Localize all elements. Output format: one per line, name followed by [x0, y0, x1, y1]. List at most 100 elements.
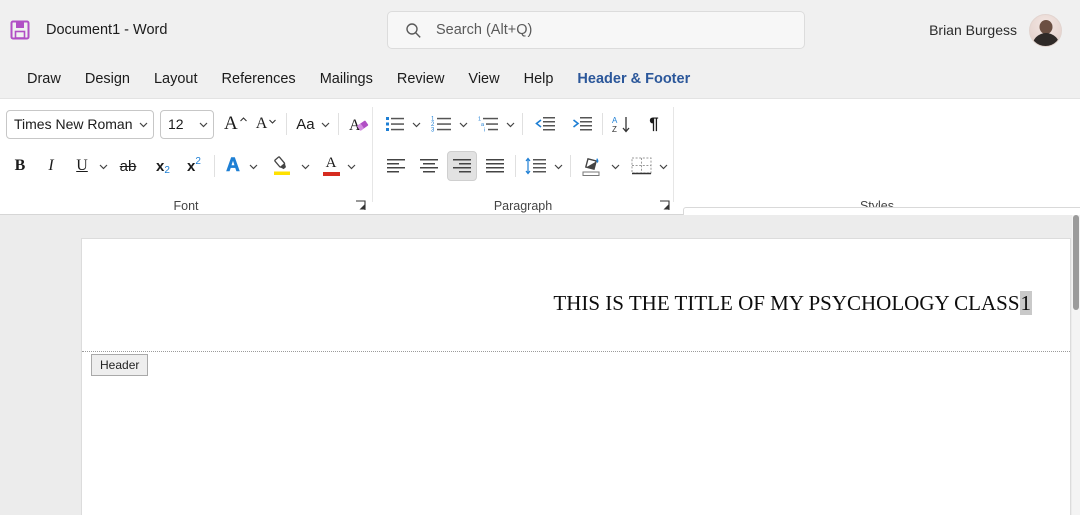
- page-number-field[interactable]: 1: [1020, 291, 1033, 315]
- show-formatting-marks-button[interactable]: ¶: [641, 109, 667, 139]
- superscript-sup: 2: [195, 156, 201, 167]
- align-center-icon[interactable]: [414, 151, 444, 181]
- caret-up-icon: [239, 116, 248, 125]
- header-title-label: THIS IS THE TITLE OF MY PSYCHOLOGY CLASS: [553, 291, 1019, 315]
- sort-az-icon[interactable]: A Z: [608, 109, 637, 139]
- document-page[interactable]: THIS IS THE TITLE OF MY PSYCHOLOGY CLASS…: [81, 238, 1071, 515]
- bullet-list-icon[interactable]: [381, 109, 409, 139]
- justify-icon[interactable]: [480, 151, 510, 181]
- header-area-tag[interactable]: Header: [91, 354, 148, 376]
- chevron-down-icon: [553, 161, 564, 172]
- document-canvas: THIS IS THE TITLE OF MY PSYCHOLOGY CLASS…: [0, 215, 1080, 515]
- numbering-dropdown[interactable]: [456, 109, 470, 139]
- tab-help[interactable]: Help: [513, 68, 565, 90]
- divider: [338, 113, 339, 135]
- header-title-text[interactable]: THIS IS THE TITLE OF MY PSYCHOLOGY CLASS…: [553, 291, 1032, 316]
- svg-text:A: A: [612, 116, 618, 125]
- align-left-icon[interactable]: [381, 151, 411, 181]
- font-color-dropdown[interactable]: [344, 151, 358, 181]
- change-case-button[interactable]: Aa: [292, 109, 318, 139]
- grow-font-button[interactable]: A: [220, 109, 252, 139]
- document-title: Document1 - Word: [46, 22, 167, 38]
- font-size-combobox[interactable]: 12: [160, 110, 214, 139]
- divider: [214, 155, 215, 177]
- numbered-list-icon[interactable]: 1 2 3: [427, 109, 456, 139]
- chevron-down-icon: [458, 119, 469, 130]
- save-floppy-icon[interactable]: [6, 16, 34, 44]
- strikethrough-button[interactable]: ab: [113, 151, 143, 181]
- superscript-label: x: [187, 158, 195, 175]
- borders-dropdown[interactable]: [656, 151, 670, 181]
- multilevel-list-icon[interactable]: 1 a i: [474, 109, 503, 139]
- bold-label: B: [15, 157, 26, 175]
- styles-group: Styles: [674, 99, 1080, 216]
- chevron-down-icon: [505, 119, 516, 130]
- font-color-label: A: [326, 156, 337, 171]
- account-button[interactable]: Brian Burgess: [929, 11, 1062, 49]
- decrease-indent-icon[interactable]: [531, 109, 560, 139]
- ribbon: Times New Roman 12 A A Aa: [0, 98, 1080, 215]
- chevron-down-icon: [610, 161, 621, 172]
- line-spacing-icon[interactable]: [521, 151, 551, 181]
- scrollbar-thumb[interactable]: [1073, 215, 1079, 310]
- tab-design[interactable]: Design: [74, 68, 141, 90]
- divider: [522, 113, 523, 135]
- tab-view[interactable]: View: [457, 68, 510, 90]
- chevron-down-icon: [411, 119, 422, 130]
- chevron-down-icon: [198, 119, 209, 130]
- font-size-value: 12: [168, 116, 184, 132]
- subscript-button[interactable]: x2: [148, 151, 178, 181]
- tab-references[interactable]: References: [211, 68, 307, 90]
- tab-mailings[interactable]: Mailings: [309, 68, 384, 90]
- bold-button[interactable]: B: [6, 151, 34, 181]
- search-input[interactable]: Search (Alt+Q): [387, 11, 805, 49]
- shading-dropdown[interactable]: [608, 151, 622, 181]
- text-effects-dropdown[interactable]: [246, 151, 260, 181]
- font-group-label: Font: [0, 199, 372, 213]
- font-color-button[interactable]: A: [318, 151, 344, 181]
- line-spacing-dropdown[interactable]: [551, 151, 565, 181]
- subscript-sub: 2: [164, 165, 170, 176]
- bullets-dropdown[interactable]: [409, 109, 423, 139]
- font-family-combobox[interactable]: Times New Roman: [6, 110, 154, 139]
- change-case-dropdown[interactable]: [319, 109, 333, 139]
- highlight-dropdown[interactable]: [298, 151, 312, 181]
- borders-icon[interactable]: [627, 151, 656, 181]
- align-right-icon[interactable]: [447, 151, 477, 181]
- tab-header-and-footer[interactable]: Header & Footer: [566, 68, 701, 90]
- underline-label: U: [76, 157, 88, 175]
- pilcrow-icon: ¶: [649, 114, 658, 134]
- shading-icon[interactable]: [576, 151, 608, 181]
- tab-layout[interactable]: Layout: [143, 68, 209, 90]
- divider: [286, 113, 287, 135]
- multilevel-dropdown[interactable]: [503, 109, 517, 139]
- paragraph-dialog-launcher-icon[interactable]: [656, 197, 672, 213]
- font-color-swatch: [323, 172, 340, 176]
- shrink-font-button[interactable]: A: [252, 109, 282, 139]
- tab-review[interactable]: Review: [386, 68, 456, 90]
- increase-indent-icon[interactable]: [568, 109, 597, 139]
- tab-draw[interactable]: Draw: [16, 68, 72, 90]
- text-highlight-icon[interactable]: [266, 151, 298, 181]
- superscript-button[interactable]: x2: [179, 151, 209, 181]
- strikethrough-label: ab: [120, 158, 137, 175]
- avatar[interactable]: [1029, 14, 1062, 47]
- paragraph-group: 1 2 3 1 a: [373, 99, 673, 216]
- underline-dropdown[interactable]: [96, 151, 110, 181]
- change-case-label: Aa: [296, 116, 314, 133]
- italic-button[interactable]: I: [37, 151, 65, 181]
- subscript-label: x: [156, 158, 164, 175]
- underline-button[interactable]: U: [68, 151, 96, 181]
- divider: [515, 155, 516, 177]
- clear-formatting-button[interactable]: A: [344, 109, 375, 139]
- vertical-scrollbar[interactable]: [1072, 215, 1080, 515]
- word-application-window: Document1 - Word Search (Alt+Q) Brian Bu…: [0, 0, 1080, 515]
- text-effects-label: A: [226, 155, 240, 177]
- font-family-value: Times New Roman: [14, 116, 133, 132]
- paragraph-group-label: Paragraph: [373, 199, 673, 213]
- text-effects-button[interactable]: A: [220, 151, 246, 181]
- header-boundary-line: [82, 351, 1070, 352]
- font-group: Times New Roman 12 A A Aa: [0, 99, 372, 216]
- font-dialog-launcher-icon[interactable]: [352, 197, 368, 213]
- chevron-down-icon: [98, 161, 109, 172]
